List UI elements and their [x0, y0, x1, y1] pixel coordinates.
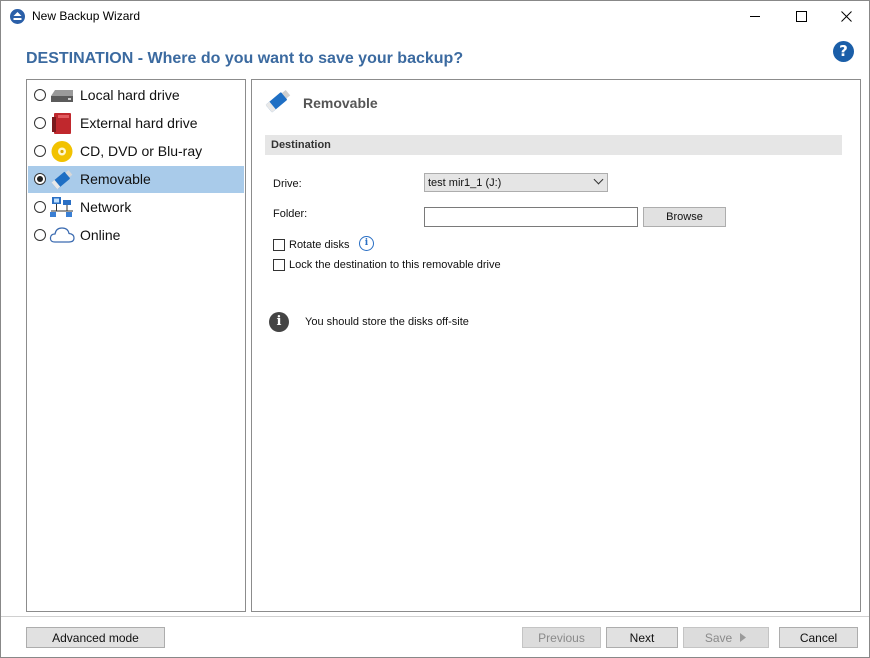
destination-list: Local hard drive External hard drive CD,… [26, 79, 246, 612]
option-label: Network [80, 199, 132, 215]
minimize-button[interactable] [732, 1, 778, 31]
browse-button[interactable]: Browse [643, 207, 726, 227]
previous-button[interactable]: Previous [522, 627, 601, 648]
close-icon [840, 10, 852, 22]
radio-disc[interactable] [34, 145, 46, 157]
section-header: Destination [265, 135, 842, 155]
footer-divider [1, 616, 869, 617]
option-label: Online [80, 227, 121, 243]
hard-drive-icon [51, 90, 73, 102]
info-icon: i [269, 312, 289, 332]
radio-online[interactable] [34, 229, 46, 241]
window-title: New Backup Wizard [32, 9, 141, 23]
title-bar: New Backup Wizard [1, 1, 869, 32]
save-button[interactable]: Save [683, 627, 769, 648]
option-label: Removable [80, 171, 151, 187]
folder-input[interactable] [424, 207, 638, 227]
destination-option-local[interactable]: Local hard drive [28, 82, 244, 109]
next-button[interactable]: Next [606, 627, 678, 648]
folder-label: Folder: [273, 208, 308, 220]
destination-option-online[interactable]: Online [28, 222, 244, 249]
maximize-icon [795, 10, 807, 22]
destination-option-network[interactable]: Network [28, 194, 244, 221]
network-icon [50, 197, 73, 217]
radio-removable[interactable] [34, 173, 46, 185]
panel-title: Removable [303, 95, 378, 111]
usb-drive-icon [51, 170, 73, 190]
maximize-button[interactable] [778, 1, 824, 31]
caret-right-icon [740, 633, 747, 642]
save-label: Save [704, 630, 733, 645]
rotate-disks-label: Rotate disks [289, 239, 350, 251]
drive-select[interactable]: test mir1_1 (J:) [424, 173, 608, 192]
page-title: DESTINATION - Where do you want to save … [26, 50, 464, 67]
radio-network[interactable] [34, 201, 46, 213]
external-drive-icon [52, 113, 71, 134]
option-label: Local hard drive [80, 87, 180, 103]
radio-local[interactable] [34, 89, 46, 101]
radio-external[interactable] [34, 117, 46, 129]
option-label: External hard drive [80, 115, 198, 131]
option-label: CD, DVD or Blu-ray [80, 143, 203, 159]
drive-select-value: test mir1_1 (J:) [428, 177, 502, 189]
destination-option-external[interactable]: External hard drive [28, 110, 244, 137]
removable-settings-panel: Removable Destination Drive: test mir1_1… [251, 79, 861, 612]
usb-drive-icon [265, 89, 291, 113]
minimize-icon [749, 15, 760, 17]
lock-destination-checkbox[interactable] [273, 259, 285, 271]
destination-option-removable[interactable]: Removable [28, 166, 244, 193]
backup-wizard-window: New Backup Wizard DESTINATION - Where do… [0, 0, 870, 658]
cloud-icon [49, 227, 75, 243]
close-button[interactable] [823, 1, 869, 31]
section-title: Destination [271, 139, 331, 151]
cancel-button[interactable]: Cancel [779, 627, 858, 648]
rotate-disks-checkbox[interactable] [273, 239, 285, 251]
info-message: You should store the disks off-site [305, 316, 469, 328]
lock-destination-label: Lock the destination to this removable d… [289, 259, 501, 271]
destination-option-disc[interactable]: CD, DVD or Blu-ray [28, 138, 244, 165]
info-icon[interactable]: i [359, 236, 374, 251]
chevron-down-icon [593, 174, 604, 185]
app-icon [10, 9, 25, 24]
advanced-mode-button[interactable]: Advanced mode [26, 627, 165, 648]
disc-icon [51, 141, 73, 162]
help-icon[interactable]: ? [833, 41, 854, 62]
drive-label: Drive: [273, 178, 302, 190]
